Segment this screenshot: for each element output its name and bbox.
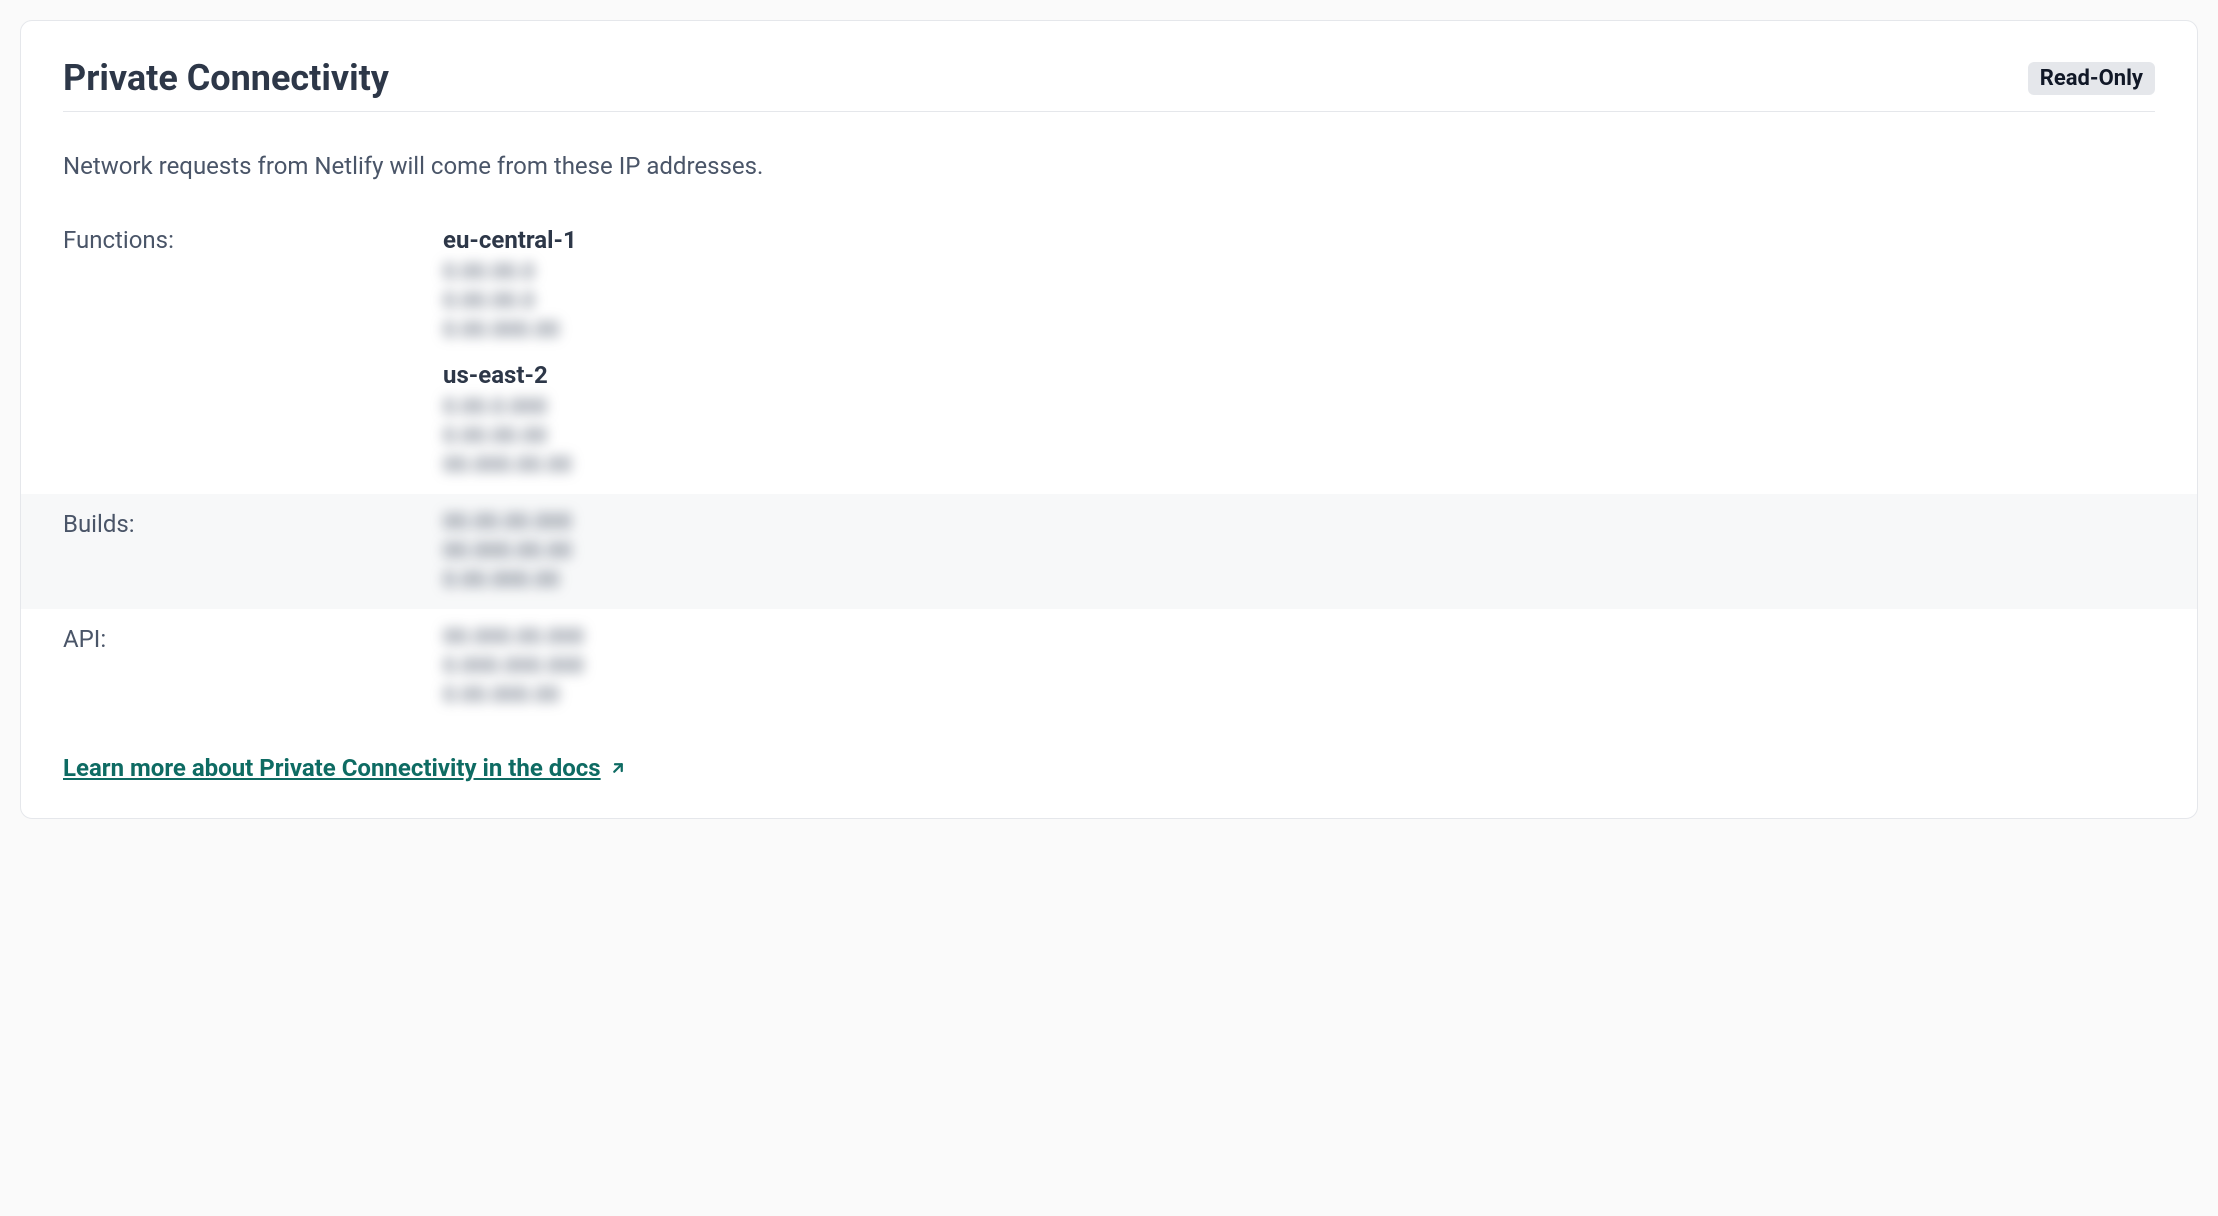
read-only-badge: Read-Only (2028, 62, 2155, 95)
builds-content: 00.00.00.000 00.000.00.00 0.00.000.00 (443, 510, 2155, 593)
ip-address: 00.000.00.000 (443, 625, 2155, 650)
card-description: Network requests from Netlify will come … (63, 152, 2155, 180)
region-block: us-east-2 0.00.0.000 0.00.00.00 00.000.0… (443, 361, 2155, 478)
docs-link[interactable]: Learn more about Private Connectivity in… (63, 754, 627, 782)
external-link-icon (609, 759, 627, 777)
ip-address: 0.00.000.00 (443, 318, 2155, 343)
ip-address: 0.00.00.00 (443, 424, 2155, 449)
ip-address: 0.000.000.000 (443, 654, 2155, 679)
ip-address: 0.00.000.00 (443, 568, 2155, 593)
region-name: us-east-2 (443, 361, 2155, 389)
ip-address: 00.000.00.00 (443, 453, 2155, 478)
api-label: API: (63, 625, 443, 708)
builds-row: Builds: 00.00.00.000 00.000.00.00 0.00.0… (21, 494, 2197, 609)
card-header: Private Connectivity Read-Only (63, 57, 2155, 112)
region-name: eu-central-1 (443, 226, 2155, 254)
ip-address: 00.000.00.00 (443, 539, 2155, 564)
api-content: 00.000.00.000 0.000.000.000 0.00.000.00 (443, 625, 2155, 708)
ip-address: 0.00.00.0 (443, 289, 2155, 314)
functions-content: eu-central-1 0.00.00.0 0.00.00.0 0.00.00… (443, 226, 2155, 478)
docs-link-text: Learn more about Private Connectivity in… (63, 754, 601, 782)
ip-address: 0.00.0.000 (443, 395, 2155, 420)
functions-label: Functions: (63, 226, 443, 478)
private-connectivity-card: Private Connectivity Read-Only Network r… (20, 20, 2198, 819)
api-row: API: 00.000.00.000 0.000.000.000 0.00.00… (63, 609, 2155, 724)
builds-label: Builds: (63, 510, 443, 593)
region-block: eu-central-1 0.00.00.0 0.00.00.0 0.00.00… (443, 226, 2155, 343)
ip-address: 0.00.000.00 (443, 683, 2155, 708)
ip-address: 00.00.00.000 (443, 510, 2155, 535)
functions-row: Functions: eu-central-1 0.00.00.0 0.00.0… (63, 210, 2155, 494)
card-title: Private Connectivity (63, 57, 389, 99)
ip-address: 0.00.00.0 (443, 260, 2155, 285)
